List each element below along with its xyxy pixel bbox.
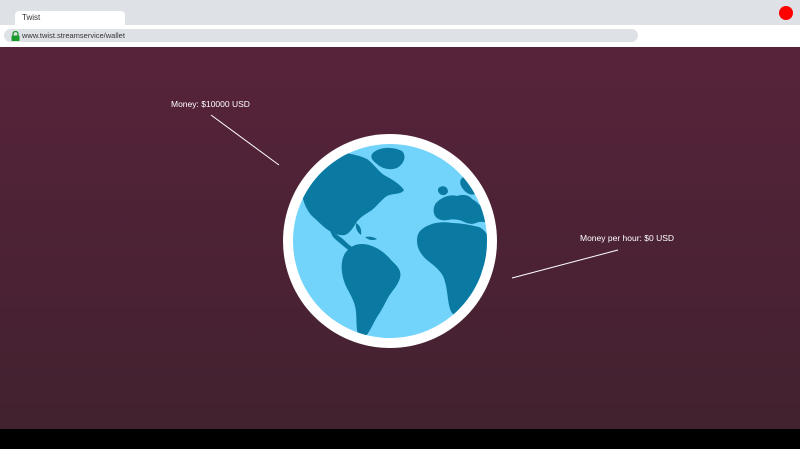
tab-title: Twist [22, 13, 41, 22]
url-field[interactable]: www.twist.streamservice/wallet [4, 29, 638, 42]
money-balance-label: Money: $10000 USD [171, 99, 250, 109]
money-callout-line [210, 114, 280, 166]
wallet-graphic [210, 114, 619, 348]
globe-icon [283, 134, 497, 348]
close-window-button[interactable] [779, 6, 793, 20]
wallet-content: Money: $10000 USD Money per hour: $0 USD [0, 47, 800, 429]
bottom-bar [0, 429, 800, 449]
money-per-hour-callout-line [511, 249, 619, 279]
browser-window: Twist www.twist.streamservice/wallet Mon… [0, 0, 800, 449]
lock-icon [11, 31, 20, 41]
url-text: www.twist.streamservice/wallet [22, 31, 125, 40]
money-per-hour-label: Money per hour: $0 USD [580, 233, 675, 243]
tab-twist[interactable]: Twist [15, 11, 125, 25]
address-bar: www.twist.streamservice/wallet [0, 25, 800, 47]
tab-bar: Twist [0, 0, 800, 25]
